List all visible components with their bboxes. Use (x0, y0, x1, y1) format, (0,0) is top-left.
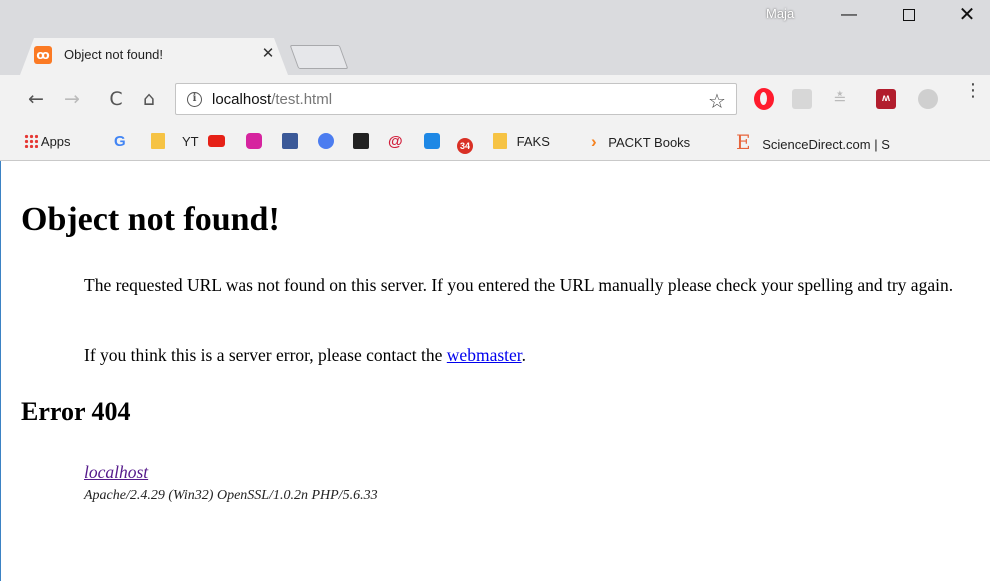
p-icon (424, 133, 440, 149)
url-text[interactable]: localhost/test.html (212, 91, 332, 108)
xampp-favicon-icon: ꝏ (34, 46, 52, 64)
bookmark-label: Apps (40, 134, 71, 149)
url-path: /test.html (271, 91, 333, 108)
contact-message: If you think this is a server error, ple… (84, 344, 526, 366)
bookmark-faks[interactable]: FAKS (493, 133, 550, 151)
bookmark-label: FAKS (516, 134, 550, 149)
tab-close-icon[interactable]: ✕ (259, 44, 277, 64)
instagram-icon (246, 133, 262, 149)
bookmark-circle[interactable] (318, 133, 334, 151)
error-message: The requested URL was not found on this … (84, 275, 954, 295)
localhost-link[interactable]: localhost (84, 462, 148, 482)
maximize-icon (903, 9, 915, 21)
reload-button[interactable]: C (104, 88, 128, 110)
webmaster-link[interactable]: webmaster (447, 345, 522, 365)
shopping-bag-icon (353, 133, 369, 149)
bookmark-sciencedirect[interactable]: E ScienceDirect.com | S (736, 130, 890, 154)
profile-name[interactable]: Maja (766, 6, 794, 21)
home-button[interactable]: ⌂ (137, 88, 161, 110)
folder-icon (493, 133, 507, 149)
address-bar[interactable]: i localhost/test.html ☆ (175, 83, 737, 115)
forward-button[interactable]: → (60, 88, 84, 110)
bookmark-yt[interactable]: YT (182, 133, 199, 151)
chrome-menu-icon[interactable]: ⋮ (964, 82, 982, 100)
profile-circle-icon[interactable] (918, 89, 938, 109)
bookmark-folder[interactable] (151, 133, 165, 151)
back-button[interactable]: ← (24, 88, 48, 110)
bookmark-apps[interactable]: Apps (24, 133, 71, 151)
url-host: localhost (212, 91, 272, 108)
maximize-button[interactable] (886, 0, 932, 30)
bookmark-google[interactable]: G (114, 133, 126, 151)
error-code-heading: Error 404 (21, 397, 131, 426)
bookmark-instagram[interactable] (246, 133, 262, 151)
bookmark-label: ScienceDirect.com | S (762, 137, 890, 152)
bookmark-youtube[interactable] (208, 133, 225, 151)
circle-icon (318, 133, 334, 149)
youtube-icon (208, 135, 225, 147)
opera-icon[interactable] (754, 88, 774, 110)
at-icon: @ (388, 133, 403, 150)
page-content: Object not found! The requested URL was … (0, 161, 990, 581)
server-signature: Apache/2.4.29 (Win32) OpenSSL/1.0.2n PHP… (84, 488, 378, 503)
badge-34-icon: 34 (457, 138, 473, 154)
bookmarks-bar: Apps G YT @ 34 FAKS › PACKT Books E Scie (0, 123, 990, 161)
minimize-button[interactable]: — (826, 0, 872, 30)
bookmark-p[interactable] (424, 133, 440, 151)
mendeley-icon[interactable]: ʍ (876, 89, 896, 109)
address-block: localhost (84, 461, 148, 483)
elsevier-icon: E (736, 130, 751, 154)
packt-icon: › (591, 132, 597, 151)
bookmark-packt[interactable]: › PACKT Books (591, 133, 690, 151)
folder-icon (151, 133, 165, 149)
bookmark-label: YT (182, 134, 199, 149)
contact-suffix: . (521, 345, 527, 365)
tab-title: Object not found! (64, 47, 164, 62)
new-tab-button[interactable] (289, 45, 349, 69)
contact-prefix: If you think this is a server error, ple… (84, 345, 447, 365)
bookmark-facebook[interactable] (282, 133, 298, 151)
pdf-icon[interactable] (792, 89, 812, 109)
site-info-icon[interactable]: i (187, 92, 202, 107)
bookmark-label: PACKT Books (608, 135, 691, 150)
bookmark-34[interactable]: 34 (457, 133, 473, 154)
facebook-icon (282, 133, 298, 149)
download-icon[interactable]: ≛ (830, 89, 850, 109)
page-title: Object not found! (21, 201, 280, 238)
bookmark-shopping[interactable] (353, 133, 369, 151)
google-icon: G (114, 133, 126, 150)
bookmark-star-icon[interactable]: ☆ (708, 89, 726, 113)
bookmark-at[interactable]: @ (388, 133, 403, 151)
apps-icon (24, 134, 38, 148)
close-window-button[interactable]: ✕ (944, 0, 990, 30)
